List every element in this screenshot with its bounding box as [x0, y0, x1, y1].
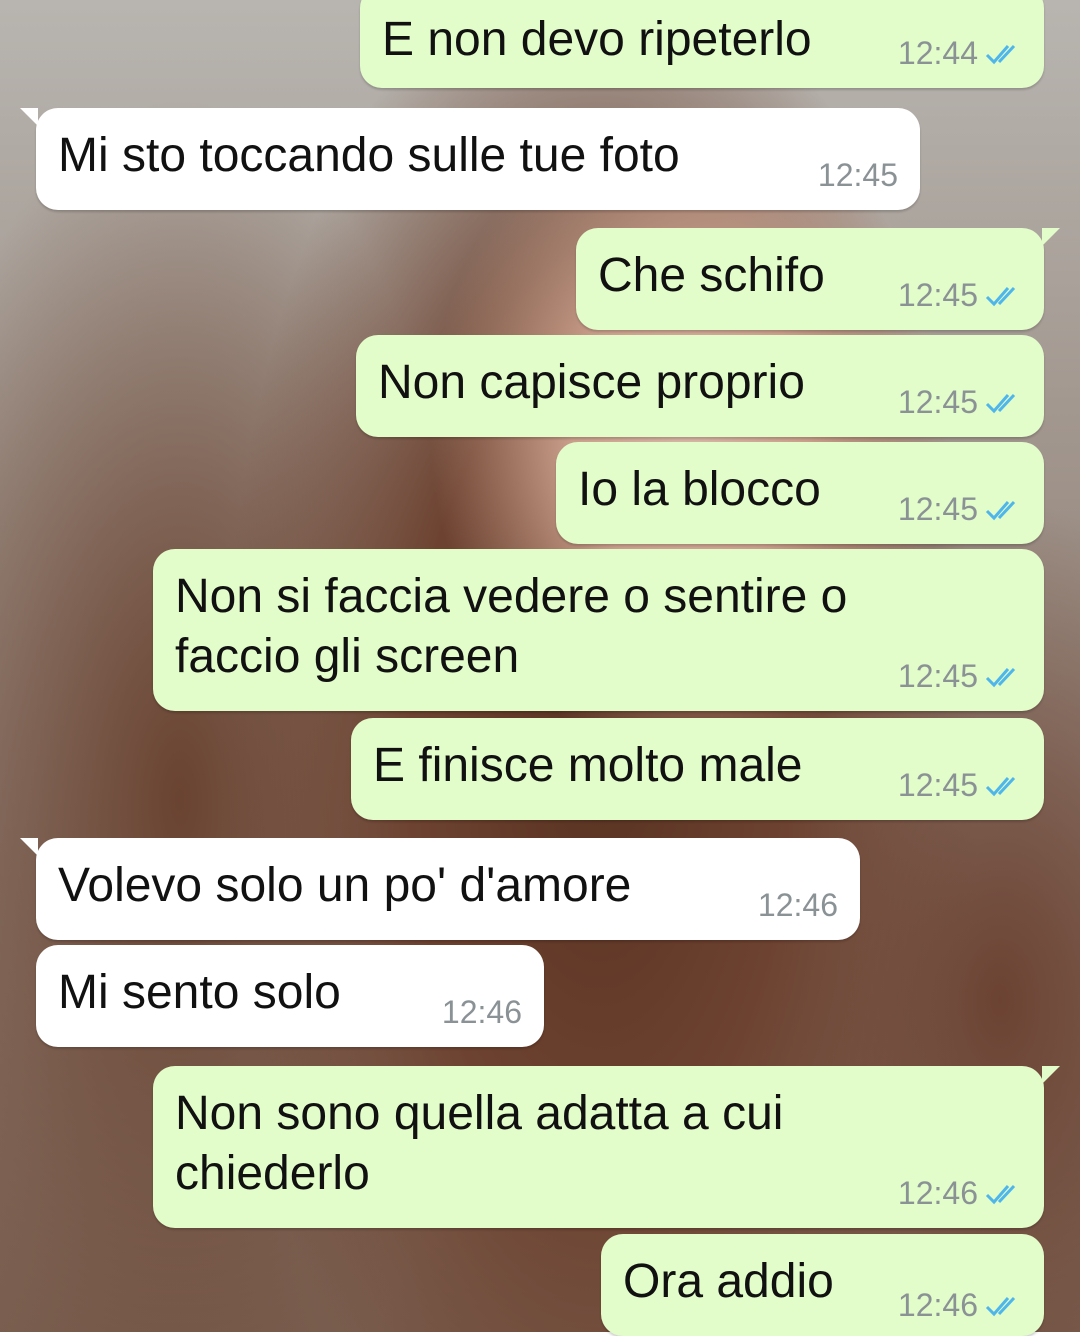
message-meta: 12:45 — [898, 277, 1024, 314]
message-meta: 12:46 — [758, 887, 838, 924]
message-meta: 12:44 — [898, 35, 1024, 72]
message-text: Mi sento solo — [58, 966, 341, 1019]
double-check-read-icon — [985, 1184, 1016, 1204]
double-check-read-icon — [985, 286, 1016, 306]
message-bubble-incoming[interactable]: Mi sto toccando sulle tue foto 12:45 — [20, 108, 920, 210]
double-check-read-icon — [985, 500, 1016, 520]
double-check-read-icon — [985, 1296, 1016, 1316]
message-meta: 12:46 — [898, 1175, 1024, 1212]
message-bubble-outgoing[interactable]: Non sono quella adatta a cui chiederlo 1… — [153, 1066, 1060, 1228]
message-bubble-outgoing[interactable]: E non devo ripeterlo 12:44 — [360, 0, 1044, 88]
message-meta: 12:45 — [898, 767, 1024, 804]
message-text: E finisce molto male — [373, 739, 803, 792]
message-text-line: Non si faccia vedere o sentire o — [175, 570, 848, 623]
double-check-read-icon — [985, 44, 1016, 64]
message-bubble-outgoing[interactable]: Non si faccia vedere o sentire o faccio … — [153, 549, 1044, 711]
message-text-line: chiederlo — [175, 1147, 370, 1200]
message-text: Ora addio — [623, 1255, 834, 1308]
message-timestamp: 12:44 — [897, 35, 978, 71]
message-timestamp: 12:45 — [897, 277, 978, 313]
message-bubble-outgoing[interactable]: Che schifo 12:45 — [576, 228, 1060, 330]
message-bubble-outgoing[interactable]: Ora addio 12:46 — [601, 1234, 1044, 1336]
message-text: Non capisce proprio — [378, 356, 805, 409]
message-timestamp: 12:46 — [757, 887, 838, 923]
message-text: Che schifo — [598, 249, 825, 302]
message-meta: 12:45 — [818, 157, 898, 194]
message-meta: 12:46 — [898, 1287, 1024, 1324]
message-timestamp: 12:46 — [441, 994, 522, 1030]
message-meta: 12:46 — [442, 994, 522, 1031]
message-bubble-incoming[interactable]: Volevo solo un po' d'amore 12:46 — [20, 838, 860, 940]
message-bubble-outgoing[interactable]: E finisce molto male 12:45 — [351, 718, 1044, 820]
message-text-line: Non sono quella adatta a cui — [175, 1087, 784, 1140]
message-bubble-outgoing[interactable]: Non capisce proprio 12:45 — [356, 335, 1044, 437]
message-text-line: faccio gli screen — [175, 630, 520, 683]
message-timestamp: 12:45 — [897, 767, 978, 803]
message-timestamp: 12:45 — [817, 157, 898, 193]
message-text: Mi sto toccando sulle tue foto — [58, 129, 680, 182]
message-meta: 12:45 — [898, 491, 1024, 528]
double-check-read-icon — [985, 393, 1016, 413]
message-timestamp: 12:46 — [897, 1175, 978, 1211]
message-bubble-outgoing[interactable]: Io la blocco 12:45 — [556, 442, 1044, 544]
message-timestamp: 12:45 — [897, 384, 978, 420]
message-timestamp: 12:45 — [897, 658, 978, 694]
message-text: Volevo solo un po' d'amore — [58, 859, 632, 912]
message-bubble-incoming[interactable]: Mi sento solo 12:46 — [36, 945, 544, 1047]
message-timestamp: 12:45 — [897, 491, 978, 527]
message-timestamp: 12:46 — [897, 1287, 978, 1323]
double-check-read-icon — [985, 667, 1016, 687]
message-text: Io la blocco — [578, 463, 821, 516]
message-meta: 12:45 — [898, 384, 1024, 421]
double-check-read-icon — [985, 776, 1016, 796]
message-text: E non devo ripeterlo — [382, 13, 812, 66]
message-meta: 12:45 — [898, 658, 1024, 695]
